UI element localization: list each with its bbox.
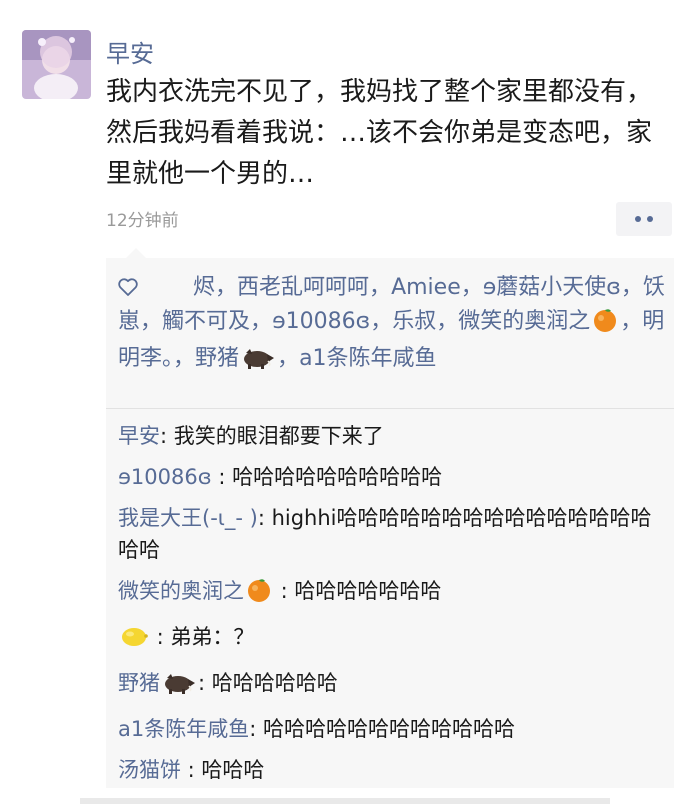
comment-author[interactable]: 微笑的奥润之 [118, 579, 244, 603]
comment-text: : 哈哈哈哈哈哈 [198, 671, 338, 695]
like-separator: ， [620, 275, 643, 300]
like-name[interactable]: 西老乱呵呵呵 [237, 275, 369, 300]
orange-icon [592, 307, 618, 343]
comment-text: : 弟弟：？ [150, 625, 255, 649]
like-name[interactable]: ɘ10086ɞ [272, 309, 370, 334]
like-name[interactable]: 野猪 [195, 346, 239, 371]
lemon-icon [120, 625, 148, 658]
like-separator: ， [140, 309, 163, 334]
orange-icon [246, 577, 272, 612]
more-options-button[interactable] [616, 202, 672, 236]
avatar[interactable] [22, 30, 91, 99]
like-separator: ， [460, 275, 483, 300]
like-separator: ， [277, 346, 300, 371]
like-separator: ， [436, 309, 459, 334]
comment-row[interactable]: 野猪 : 哈哈哈哈哈哈 [118, 667, 666, 704]
comment-author[interactable]: 汤猫饼 [118, 758, 181, 782]
heart-icon [118, 274, 138, 306]
comments-list: 早安: 我笑的眼泪都要下来了 ɘ10086ɞ : 哈哈哈哈哈哈哈哈哈哈我是大王(-… [118, 420, 666, 795]
comment-row[interactable]: : 弟弟：？ [118, 621, 666, 658]
more-dot-icon [635, 216, 641, 222]
comment-text: : 哈哈哈哈哈哈哈哈哈哈哈哈 [249, 717, 515, 741]
comment-row[interactable]: 汤猫饼 : 哈哈哈 [118, 754, 666, 786]
comment-row[interactable]: 早安: 我笑的眼泪都要下来了 [118, 420, 666, 452]
like-separator: ， [369, 275, 392, 300]
like-name[interactable]: Amiee [391, 275, 461, 300]
bottom-divider [80, 798, 610, 804]
comment-text: : 我笑的眼泪都要下来了 [160, 424, 384, 448]
comment-row[interactable]: 微笑的奥润之 : 哈哈哈哈哈哈哈 [118, 575, 666, 612]
post-time: 12分钟前 [106, 211, 179, 231]
like-separator: ， [620, 309, 643, 334]
comment-row[interactable]: a1条陈年咸鱼: 哈哈哈哈哈哈哈哈哈哈哈哈 [118, 713, 666, 745]
comment-text: : 哈哈哈 [181, 758, 265, 782]
boar-icon [162, 669, 196, 704]
likes-list: 烬，西老乱呵呵呵，Amiee，ɘ蘑菇小天使ɞ，饫崽，觸不可及，ɘ10086ɞ，乐… [118, 272, 666, 380]
boar-icon [241, 344, 275, 380]
like-separator: ， [215, 275, 238, 300]
like-separator: ， [250, 309, 273, 334]
more-dot-icon [647, 216, 653, 222]
like-name[interactable]: 微笑的奥润之 [458, 309, 590, 334]
post-text: 我内衣洗完不见了，我妈找了整个家里都没有，然后我妈看着我说：…该不会你弟是变态吧… [106, 77, 653, 189]
comment-author[interactable]: ɘ10086ɞ [118, 465, 212, 489]
comment-author[interactable]: 早安 [118, 424, 160, 448]
comment-text: : 哈哈哈哈哈哈哈哈哈哈 [211, 465, 443, 489]
comment-row[interactable]: ɘ10086ɞ : 哈哈哈哈哈哈哈哈哈哈 [118, 461, 666, 493]
comment-text: : 哈哈哈哈哈哈哈 [274, 579, 442, 603]
like-name[interactable]: a1条陈年咸鱼 [299, 346, 436, 371]
comment-row[interactable]: 我是大王(-ι_- ): highhi哈哈哈哈哈哈哈哈哈哈哈哈哈哈哈哈哈 [118, 502, 666, 566]
like-name[interactable]: 觸不可及 [162, 309, 250, 334]
like-name[interactable]: 乐叔 [392, 309, 436, 334]
comment-author[interactable]: 野猪 [118, 671, 160, 695]
post-author[interactable]: 早安 [106, 34, 154, 69]
comment-author[interactable]: 我是大王(-ι_- ) [118, 506, 258, 530]
like-separator: ， [370, 309, 393, 334]
divider [106, 408, 674, 409]
comment-author[interactable]: a1条陈年咸鱼 [118, 717, 249, 741]
like-separator: ， [173, 346, 196, 371]
interaction-panel: 烬，西老乱呵呵呵，Amiee，ɘ蘑菇小天使ɞ，饫崽，觸不可及，ɘ10086ɞ，乐… [106, 248, 674, 788]
like-name[interactable]: ɘ蘑菇小天使ɞ [483, 275, 621, 300]
like-name[interactable]: 烬 [193, 275, 215, 300]
